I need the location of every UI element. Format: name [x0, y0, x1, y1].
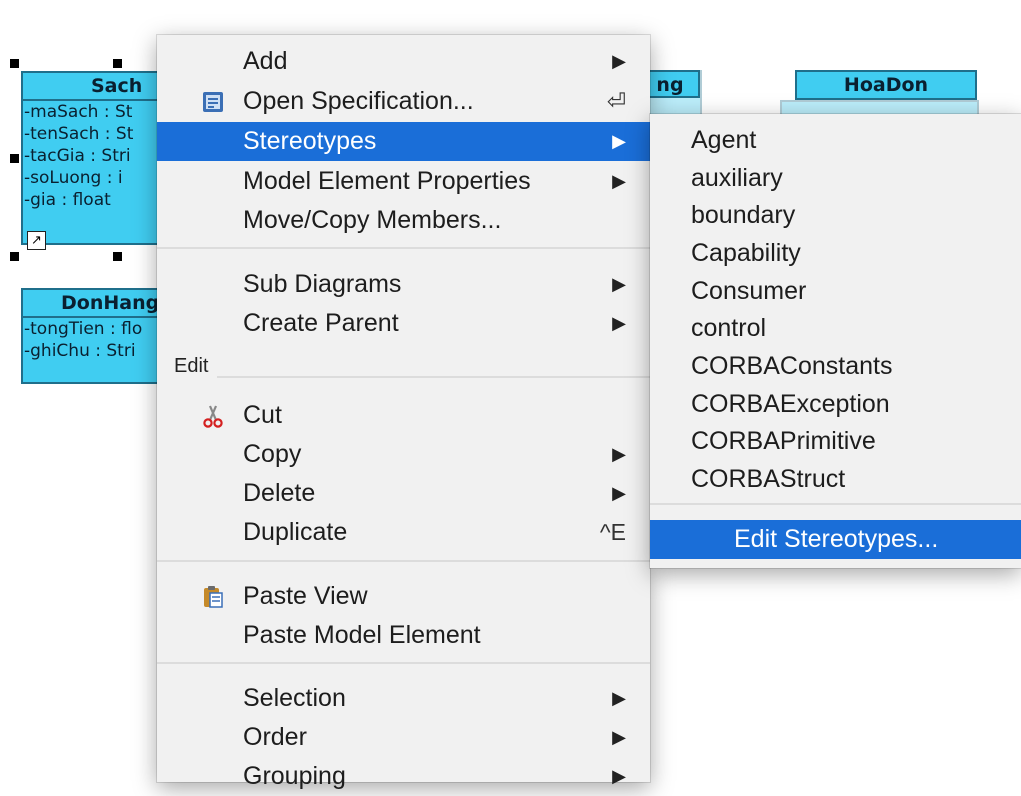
submenu-arrow-icon: ▶	[612, 688, 626, 708]
menu-item-model-element-properties[interactable]: Model Element Properties ▶	[157, 162, 650, 201]
stereotype-label: control	[691, 314, 767, 342]
menu-item-label: Copy	[243, 440, 302, 468]
menu-separator	[157, 662, 650, 664]
edit-stereotypes-item[interactable]: Edit Stereotypes...	[650, 520, 1021, 559]
class-name: ng	[656, 74, 684, 96]
clipboard-icon	[204, 586, 223, 608]
menu-item-cut[interactable]: Cut	[157, 396, 650, 435]
menu-group-label-edit: Edit	[174, 355, 209, 377]
menu-item-label: Stereotypes	[243, 127, 377, 155]
menu-item-label: Grouping	[243, 762, 346, 790]
resize-handle[interactable]	[10, 252, 19, 261]
menu-separator	[157, 247, 650, 249]
menu-separator	[157, 560, 650, 562]
stereotype-label: CORBAPrimitive	[691, 427, 876, 455]
stereotype-item[interactable]: Capability	[650, 234, 1021, 273]
stereotypes-submenu: Agent auxiliary boundary Capability Cons…	[650, 114, 1021, 568]
stereotype-label: Consumer	[691, 277, 807, 305]
menu-item-create-parent[interactable]: Create Parent ▶	[157, 304, 650, 343]
stereotype-item[interactable]: CORBAConstants	[650, 347, 1021, 386]
stereotype-item[interactable]: Agent	[650, 121, 1021, 160]
menu-item-add[interactable]: Add ▶	[157, 42, 650, 81]
menu-item-selection[interactable]: Selection ▶	[157, 679, 650, 718]
resize-handle[interactable]	[10, 59, 19, 68]
stereotype-label: CORBAStruct	[691, 465, 846, 493]
enter-key-icon: ⏎	[606, 88, 626, 114]
submenu-arrow-icon: ▶	[612, 51, 626, 71]
menu-item-label: Paste View	[243, 582, 368, 610]
menu-item-label: Order	[243, 723, 307, 751]
menu-item-duplicate[interactable]: Duplicate ^E	[157, 513, 650, 552]
stereotype-item[interactable]: auxiliary	[650, 159, 1021, 198]
submenu-arrow-icon: ▶	[612, 171, 626, 191]
menu-item-label: Delete	[243, 479, 316, 507]
shortcut-label: ^E	[599, 519, 626, 545]
class-box-hoadon[interactable]: HoaDon	[795, 70, 977, 100]
class-name: HoaDon	[843, 74, 929, 96]
submenu-arrow-icon: ▶	[612, 766, 626, 786]
stereotype-item[interactable]: Consumer	[650, 272, 1021, 311]
menu-item-open-specification[interactable]: Open Specification... ⏎	[157, 82, 650, 121]
menu-separator	[217, 376, 650, 378]
menu-item-label: Sub Diagrams	[243, 270, 402, 298]
menu-item-label: Create Parent	[243, 309, 399, 337]
resize-handle[interactable]	[10, 154, 19, 163]
scissors-icon	[203, 405, 223, 428]
stereotype-label: CORBAConstants	[691, 352, 893, 380]
submenu-arrow-icon: ▶	[612, 274, 626, 294]
menu-item-label: Model Element Properties	[243, 167, 531, 195]
menu-separator	[650, 503, 1021, 505]
submenu-arrow-icon: ▶	[612, 131, 626, 151]
menu-item-sub-diagrams[interactable]: Sub Diagrams ▶	[157, 265, 650, 304]
menu-item-label: Paste Model Element	[243, 621, 481, 649]
menu-item-label: Move/Copy Members...	[243, 206, 502, 234]
submenu-arrow-icon: ▶	[612, 444, 626, 464]
menu-item-label: Selection	[243, 684, 346, 712]
submenu-arrow-icon: ▶	[612, 483, 626, 503]
resize-handle[interactable]	[113, 59, 122, 68]
menu-item-order[interactable]: Order ▶	[157, 718, 650, 757]
menu-item-paste-view[interactable]: Paste View	[157, 577, 650, 616]
menu-item-grouping[interactable]: Grouping ▶	[157, 757, 650, 796]
stereotype-label: CORBAException	[691, 390, 890, 418]
stereotype-item[interactable]: control	[650, 309, 1021, 348]
stereotype-item[interactable]: CORBAException	[650, 385, 1021, 424]
menu-item-label: Cut	[243, 401, 282, 429]
menu-item-move-copy-members[interactable]: Move/Copy Members...	[157, 201, 650, 240]
menu-item-label: Duplicate	[243, 518, 348, 546]
reference-link-icon[interactable]: ↗	[27, 231, 46, 250]
menu-item-paste-model-element[interactable]: Paste Model Element	[157, 616, 650, 655]
submenu-arrow-icon: ▶	[612, 727, 626, 747]
menu-item-label: Add	[243, 47, 288, 75]
menu-item-stereotypes[interactable]: Stereotypes ▶	[157, 122, 650, 161]
menu-item-copy[interactable]: Copy ▶	[157, 435, 650, 474]
specification-icon	[203, 92, 223, 112]
edit-stereotypes-label: Edit Stereotypes...	[734, 525, 939, 553]
stereotype-item[interactable]: CORBAStruct	[650, 460, 1021, 499]
menu-item-delete[interactable]: Delete ▶	[157, 474, 650, 513]
resize-handle[interactable]	[113, 252, 122, 261]
stereotype-item[interactable]: CORBAPrimitive	[650, 422, 1021, 461]
stereotype-label: Agent	[691, 126, 757, 154]
submenu-arrow-icon: ▶	[612, 313, 626, 333]
context-menu: Add ▶ Open Specification... ⏎ Stereotype…	[157, 35, 650, 790]
stereotype-item[interactable]: boundary	[650, 196, 1021, 235]
stereotype-label: Capability	[691, 239, 801, 267]
stereotype-label: auxiliary	[691, 164, 783, 192]
stereotype-label: boundary	[691, 201, 796, 229]
menu-item-label: Open Specification...	[243, 87, 474, 115]
